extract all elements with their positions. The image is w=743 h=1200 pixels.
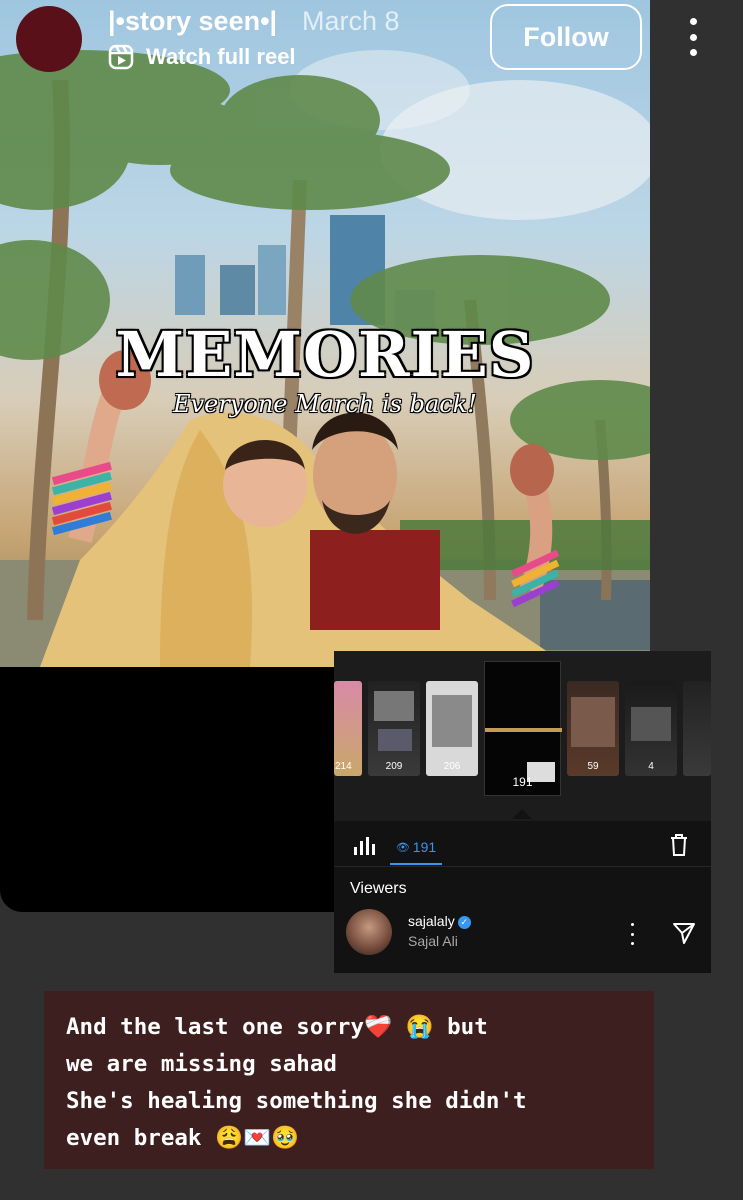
reel-header: |•story seen•| March 8 Watch full reel F… — [0, 0, 743, 80]
trash-icon[interactable] — [669, 833, 689, 857]
thumbnail-view-count: 59 — [587, 761, 599, 772]
story-thumbnail-selected[interactable]: 191 — [484, 661, 562, 796]
views-tab[interactable]: 👁 191 — [390, 831, 442, 865]
story-caption-box: And the last one sorry❤️‍🩹 😭 but we are … — [44, 991, 654, 1169]
caption-line: even break 😩💌🥹 — [66, 1125, 300, 1151]
thumbnail-view-count: 214 — [335, 761, 352, 772]
thumbnail-view-count: 191 — [512, 775, 533, 789]
viewer-row[interactable]: sajalaly ✓ Sajal Ali — [334, 905, 711, 965]
eye-icon: 👁 — [395, 841, 410, 854]
story-thumbnail[interactable]: 206 — [426, 681, 478, 776]
more-vertical-icon[interactable] — [676, 14, 710, 60]
profile-avatar[interactable] — [16, 6, 82, 72]
send-icon[interactable] — [672, 921, 696, 945]
verified-badge-icon: ✓ — [457, 916, 471, 929]
thumbnail-view-count: 4 — [648, 761, 654, 772]
viewers-heading: Viewers — [350, 880, 407, 897]
selected-thumbnail-caret — [512, 809, 532, 819]
poster-subtitle: Everyone March is back! — [173, 390, 477, 418]
story-thumbnail-strip: 214 209 206 191 59 4 — [334, 651, 711, 821]
story-thumbnail[interactable]: 214 — [334, 681, 362, 776]
insights-toolbar: 👁 191 — [334, 823, 711, 867]
bar-chart-icon[interactable] — [354, 835, 376, 855]
post-date: March 8 — [302, 6, 400, 36]
story-thumbnail[interactable] — [683, 681, 711, 776]
caption-line: we are missing sahad — [66, 1051, 337, 1077]
watch-full-reel-link[interactable]: Watch full reel — [108, 44, 296, 70]
profile-username[interactable]: |•story seen•| — [108, 6, 277, 37]
viewer-avatar[interactable] — [346, 909, 392, 955]
viewer-handle: sajalaly ✓ — [408, 913, 471, 929]
watch-full-reel-label: Watch full reel — [146, 44, 296, 69]
story-thumbnail[interactable]: 209 — [368, 681, 420, 776]
follow-button[interactable]: Follow — [490, 4, 642, 70]
story-insights-screenshot: 214 209 206 191 59 4 👁 191 Viewers sajal… — [334, 651, 711, 973]
views-count: 191 — [412, 839, 437, 855]
reel-poster-image[interactable]: MEMORIES Everyone March is back! — [0, 0, 650, 667]
thumbnail-view-count: 206 — [443, 761, 461, 772]
reels-icon — [108, 44, 134, 70]
story-thumbnail[interactable]: 59 — [567, 681, 619, 776]
thumbnail-view-count: 209 — [385, 761, 403, 772]
poster-title: MEMORIES — [115, 318, 535, 391]
viewer-display-name: Sajal Ali — [408, 933, 458, 949]
caption-line: She's healing something she didn't — [66, 1088, 527, 1114]
story-thumbnail[interactable]: 4 — [625, 681, 677, 776]
viewer-more-icon[interactable] — [628, 923, 636, 945]
caption-line: And the last one sorry❤️‍🩹 😭 but — [66, 1014, 488, 1040]
